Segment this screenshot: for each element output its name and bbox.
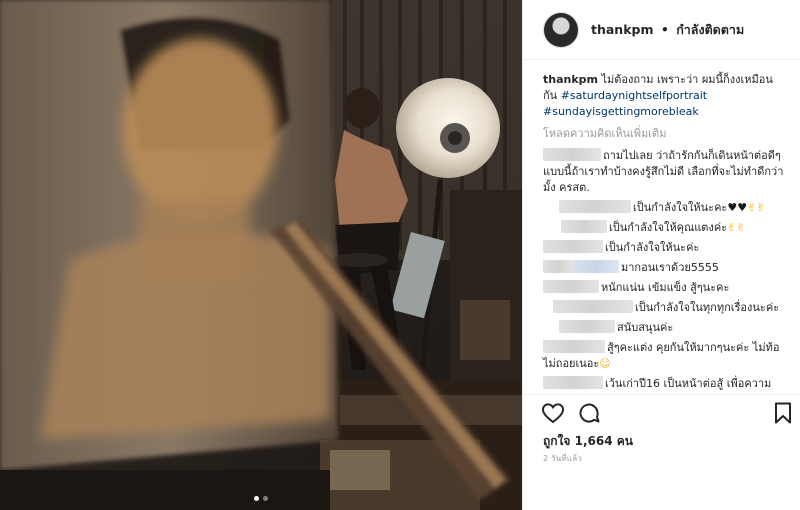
comment-text: เป็นกำลังใจให้คุณแตงค่ะ xyxy=(609,221,728,234)
comment-text: มากอนเราด้วย5555 xyxy=(621,261,719,274)
comment-item: เป็นกำลังใจให้คุณแตงค่ะ✌✌ xyxy=(543,220,787,236)
comment-text: เป็นกำลังใจให้นะค่ะ xyxy=(605,241,700,254)
heart-outline-icon[interactable] xyxy=(541,401,565,425)
comment-item: มากอนเราด้วย5555 xyxy=(543,260,787,276)
comment-text: เป็นกำลังใจในทุกทุกเรื่องนะค่ะ xyxy=(635,301,780,314)
speech-bubble-icon[interactable] xyxy=(577,401,601,425)
author-header: thankpm • กำลังติดตาม xyxy=(591,20,744,40)
carousel-indicator xyxy=(0,496,522,501)
comment-item: เว้นเก่าปี16 เป็นหน้าต่อสู้ เพื่อความจริ… xyxy=(543,376,787,394)
comments-list[interactable]: thankpm ไม่ต้องถาม เพราะว่า ผมนี้ก็งงเหม… xyxy=(523,60,800,394)
follow-status-button[interactable]: กำลังติดตาม xyxy=(676,22,744,37)
post-photo[interactable] xyxy=(0,0,522,510)
author-username[interactable]: thankpm xyxy=(591,22,654,37)
post-header: thankpm • กำลังติดตาม xyxy=(523,0,800,60)
comment-item: หนักแน่น เข้มแข็ง สู้ๆนะคะ xyxy=(543,280,787,296)
redacted-mention xyxy=(573,260,619,273)
load-more-comments-link[interactable]: โหลดความคิดเห็นเพิ่มเติม xyxy=(543,126,787,142)
carousel-dot-1[interactable] xyxy=(254,496,259,501)
redacted-username xyxy=(543,240,603,253)
caption-author[interactable]: thankpm xyxy=(543,73,598,86)
comment-item: ถามไปเลย ว่าถ้ารักกันก็เดินหน้าต่อดีๆ แบ… xyxy=(543,148,787,196)
comment-text: หนักแน่น เข้มแข็ง สู้ๆนะคะ xyxy=(601,281,730,294)
redacted-username xyxy=(543,280,599,293)
comment-text: สนับสนุนค่ะ xyxy=(617,321,674,334)
hashtag-link[interactable]: #saturdaynightselfportrait xyxy=(561,89,707,102)
studio-photo-illustration xyxy=(0,0,522,510)
heart-emoji: ♥♥ xyxy=(727,201,748,214)
redacted-username xyxy=(543,340,605,353)
redacted-username xyxy=(559,320,615,333)
author-avatar[interactable] xyxy=(543,11,579,48)
comment-item: เป็นกำลังใจให้นะค่ะ xyxy=(543,240,787,256)
comment-text: เป็นกำลังใจให้นะคะ xyxy=(633,201,728,214)
post-timestamp[interactable]: 2 วันที่แล้ว xyxy=(543,452,582,465)
comment-item: สนับสนุนค่ะ xyxy=(543,320,787,336)
header-separator: • xyxy=(660,21,669,37)
comment-item: เป็นกำลังใจให้นะคะ♥♥✌✌ xyxy=(543,200,787,216)
smile-emoji: ☺ xyxy=(599,357,611,370)
like-count[interactable]: ถูกใจ 1,664 คน xyxy=(543,432,633,451)
carousel-dot-2[interactable] xyxy=(263,496,268,501)
comment-item: สู้ๆคะแต่ง คุยกันให้มากๆนะค่ะ ไม่ท้อไม่ถ… xyxy=(543,340,787,372)
redacted-username xyxy=(543,376,603,389)
redacted-username xyxy=(543,260,573,273)
post-side-panel: thankpm • กำลังติดตาม thankpm ไม่ต้องถาม… xyxy=(522,0,800,510)
post-actions-bar xyxy=(523,394,800,430)
victory-hand-emoji: ✌✌ xyxy=(727,221,746,234)
comment-item: เป็นกำลังใจในทุกทุกเรื่องนะค่ะ xyxy=(543,300,787,316)
hashtag-link[interactable]: #sundayisgettingmorebleak xyxy=(543,105,699,118)
redacted-username xyxy=(561,220,607,233)
redacted-username xyxy=(553,300,633,313)
redacted-username xyxy=(559,200,631,213)
bookmark-icon[interactable] xyxy=(771,401,795,425)
victory-hand-emoji: ✌✌ xyxy=(747,201,766,214)
post-caption: thankpm ไม่ต้องถาม เพราะว่า ผมนี้ก็งงเหม… xyxy=(543,72,787,120)
redacted-username xyxy=(543,148,601,161)
